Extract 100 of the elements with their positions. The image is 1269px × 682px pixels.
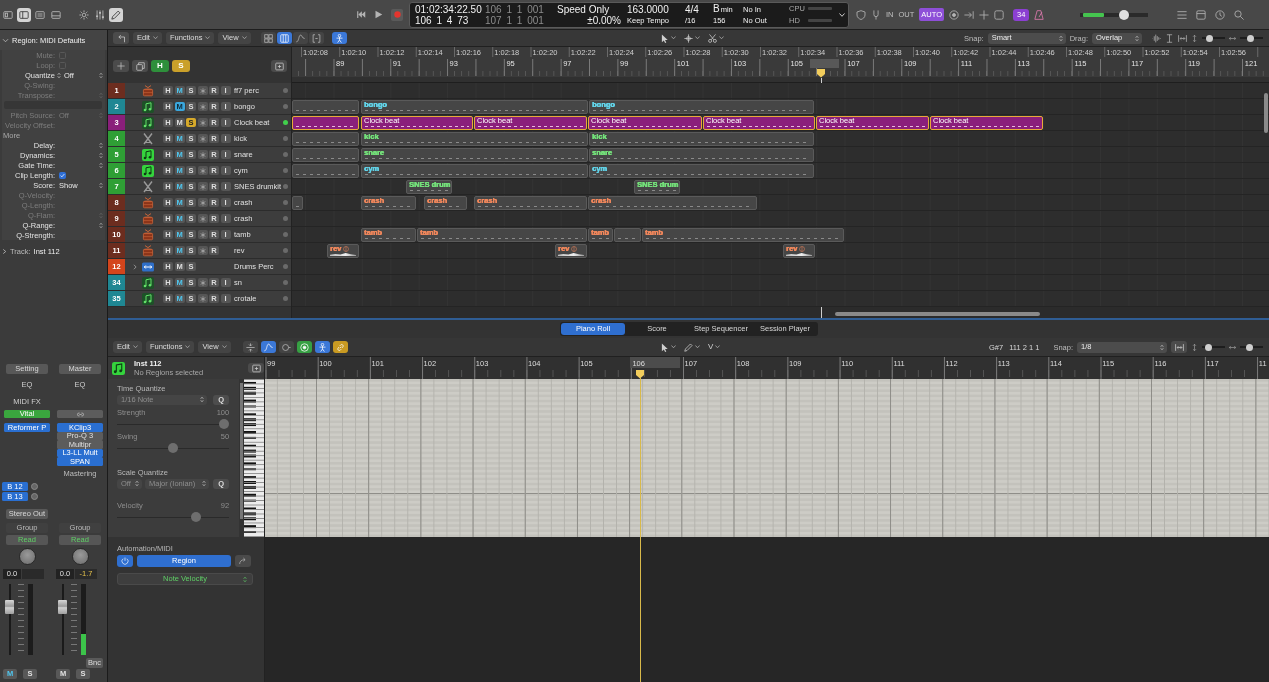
- grid-button[interactable]: [260, 32, 276, 44]
- power-button[interactable]: [117, 554, 133, 567]
- scrollbar[interactable]: [1264, 93, 1268, 133]
- shield-icon[interactable]: [856, 9, 866, 20]
- collapse-button[interactable]: [242, 341, 258, 353]
- sidebar-button[interactable]: [17, 7, 31, 22]
- up-down-icon[interactable]: [99, 221, 103, 229]
- search-icon[interactable]: [1234, 9, 1245, 20]
- midi-region[interactable]: [292, 164, 359, 178]
- freeze-button[interactable]: [197, 150, 208, 159]
- slider-thumb[interactable]: [1119, 9, 1130, 20]
- pan-knob[interactable]: [18, 548, 36, 565]
- i-beam-icon[interactable]: [1165, 33, 1174, 43]
- figure-button[interactable]: [314, 341, 330, 353]
- slider-thumb[interactable]: [168, 443, 179, 453]
- snowflake-icon: [199, 279, 206, 286]
- list-icon[interactable]: [1177, 9, 1188, 20]
- chevron-right-icon[interactable]: [133, 263, 137, 270]
- play-icon[interactable]: [374, 10, 383, 19]
- freeze-button[interactable]: [197, 182, 208, 191]
- freeze-button[interactable]: [197, 230, 208, 239]
- columns-button[interactable]: [276, 32, 292, 44]
- freeze-button[interactable]: [197, 294, 208, 303]
- freeze-button[interactable]: [197, 102, 208, 111]
- clock-icon[interactable]: [1215, 9, 1226, 20]
- pencil-tool-button[interactable]: [682, 341, 702, 353]
- freeze-button[interactable]: [197, 214, 208, 223]
- scrollbar[interactable]: [835, 312, 1040, 316]
- record-button[interactable]: [391, 8, 403, 21]
- plus-icon[interactable]: [979, 9, 990, 20]
- checkbox[interactable]: [59, 171, 66, 179]
- midi-region[interactable]: [292, 116, 359, 130]
- slider-thumb[interactable]: [219, 419, 230, 429]
- panel-button[interactable]: [248, 363, 264, 373]
- sliders-icon: [95, 9, 105, 20]
- pointer-icon: [660, 342, 669, 352]
- window-icon: [3, 9, 13, 20]
- pan-knob[interactable]: [71, 548, 89, 565]
- up-down-icon[interactable]: [99, 141, 103, 149]
- up-down-icon[interactable]: [99, 181, 103, 189]
- freeze-button[interactable]: [197, 166, 208, 175]
- sliders-button[interactable]: [93, 7, 107, 22]
- duplicate-track-button[interactable]: [132, 60, 148, 72]
- metronome-icon[interactable]: [1034, 9, 1045, 20]
- drum-icon: [142, 84, 154, 97]
- add-track-button[interactable]: [113, 60, 129, 72]
- midi-region[interactable]: [614, 228, 641, 242]
- chain-button[interactable]: [332, 341, 348, 353]
- crosshair-tool-button[interactable]: [682, 32, 702, 44]
- midi-region[interactable]: [292, 148, 359, 162]
- piano-keyboard[interactable]: [244, 379, 264, 537]
- slider-thumb[interactable]: [1246, 343, 1254, 351]
- freeze-button[interactable]: [197, 118, 208, 127]
- square-icon[interactable]: [994, 9, 1005, 20]
- fit-button[interactable]: [1171, 341, 1187, 353]
- back-button[interactable]: [113, 32, 129, 44]
- slider-thumb[interactable]: [1247, 34, 1255, 42]
- plus-icon: [117, 62, 125, 70]
- up-down-icon[interactable]: [99, 151, 103, 159]
- freeze-button[interactable]: [197, 198, 208, 207]
- timeline-ruler[interactable]: [292, 47, 1269, 83]
- target-button[interactable]: [296, 341, 312, 353]
- curve-button[interactable]: [260, 341, 276, 353]
- up-down-icon[interactable]: [99, 71, 103, 79]
- curve-button[interactable]: [292, 32, 308, 44]
- arrow-button[interactable]: [235, 554, 251, 567]
- pencil-button[interactable]: [109, 7, 123, 22]
- velocity-tool-button[interactable]: V: [706, 341, 723, 353]
- freeze-button[interactable]: [197, 246, 208, 255]
- midi-region[interactable]: [292, 132, 359, 146]
- circle-line-button[interactable]: [278, 341, 294, 353]
- target-icon[interactable]: [949, 9, 960, 20]
- freeze-button[interactable]: [197, 134, 208, 143]
- fader-handle[interactable]: [5, 599, 14, 614]
- rewind-icon[interactable]: [357, 10, 366, 19]
- sidebar-icon: [19, 9, 29, 20]
- freeze-button[interactable]: [197, 86, 208, 95]
- playhead-line[interactable]: [639, 378, 641, 682]
- arrow-bar-icon[interactable]: [964, 9, 975, 20]
- chevron-down-icon[interactable]: [839, 12, 845, 17]
- zoom-slider[interactable]: [1202, 343, 1225, 351]
- slider-thumb[interactable]: [190, 512, 201, 522]
- chevron-right-icon[interactable]: [1, 248, 8, 254]
- fader-handle[interactable]: [58, 599, 67, 614]
- figure-button[interactable]: [331, 32, 347, 44]
- slider-thumb[interactable]: [1206, 34, 1213, 42]
- browser-icon[interactable]: [1196, 9, 1207, 20]
- up-down-icon[interactable]: [99, 161, 103, 169]
- waveform-icon[interactable]: [1152, 33, 1161, 43]
- brackets-button[interactable]: [308, 32, 324, 44]
- tuning-fork-icon[interactable]: [871, 9, 881, 20]
- sun-button[interactable]: [77, 7, 91, 22]
- midi-region[interactable]: [292, 100, 359, 114]
- slider-thumb[interactable]: [1205, 343, 1213, 351]
- fit-width-icon[interactable]: [1178, 33, 1187, 43]
- freeze-button[interactable]: [197, 278, 208, 287]
- scissors-tool-button[interactable]: [706, 32, 726, 44]
- hide-button[interactable]: H: [151, 60, 169, 72]
- panel-button[interactable]: [271, 60, 287, 72]
- link-button[interactable]: [57, 409, 103, 419]
